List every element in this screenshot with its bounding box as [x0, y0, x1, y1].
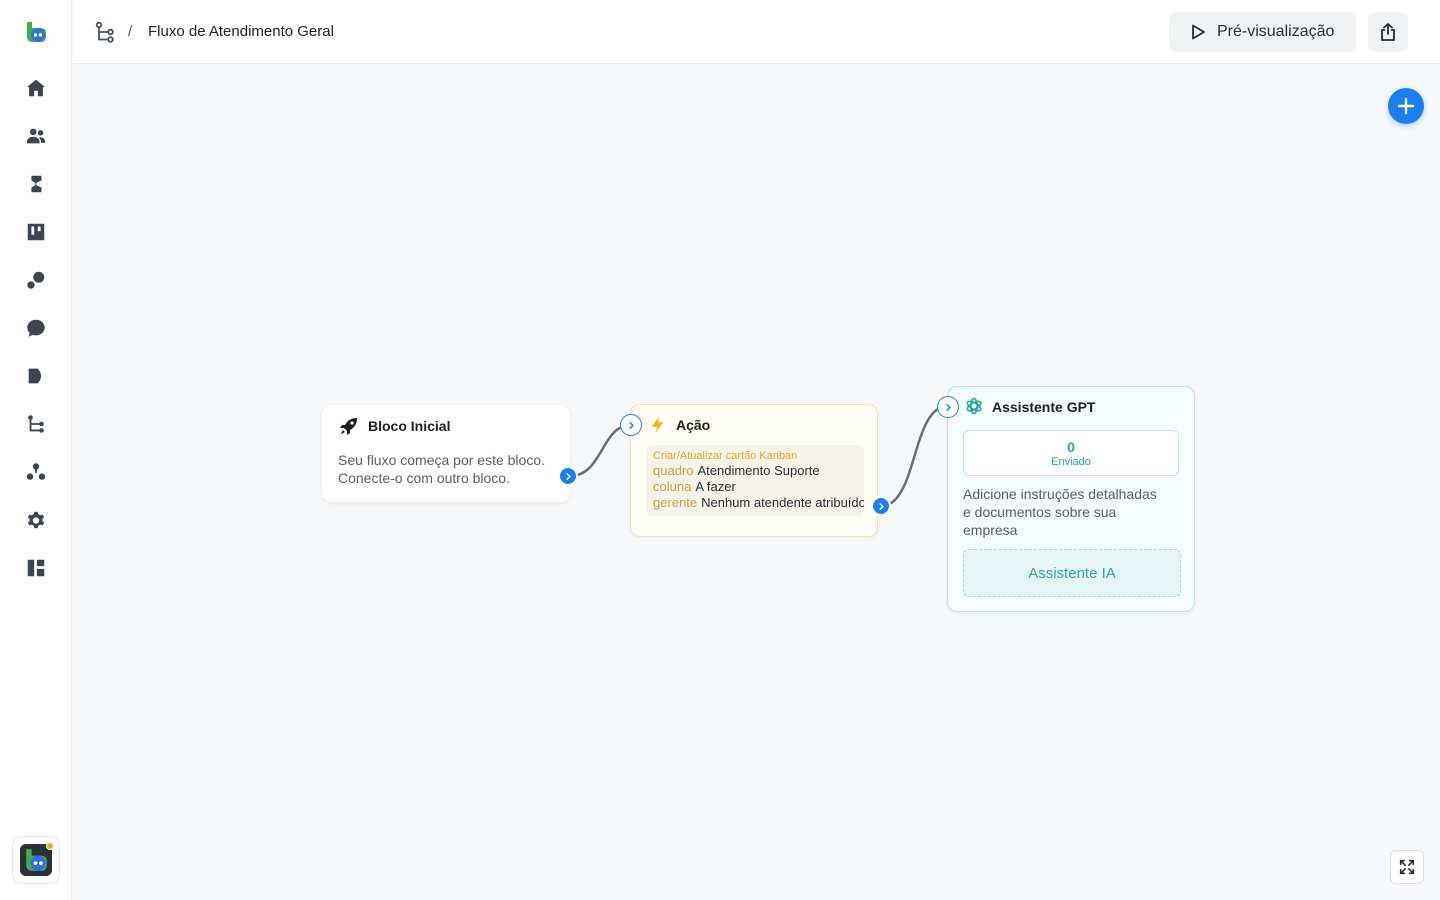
edge-start-to-action	[569, 423, 632, 478]
node-gpt-title: Assistente GPT	[992, 399, 1096, 415]
node-gpt-assistant[interactable]: Assistente GPT 0 Enviado Adicione instru…	[937, 386, 1195, 612]
action-row-key: coluna	[653, 479, 692, 494]
chevron-right-icon	[945, 403, 951, 411]
action-row-key: gerente	[653, 495, 698, 510]
sent-label: Enviado	[1051, 456, 1091, 468]
share-button[interactable]	[1368, 12, 1408, 52]
integrations-icon[interactable]	[24, 268, 48, 292]
action-row-key: quadro	[653, 463, 694, 478]
dashboard-icon[interactable]	[24, 556, 48, 580]
app-logo[interactable]	[24, 20, 48, 44]
breadcrumb-separator: /	[128, 23, 133, 40]
play-outline-icon	[1192, 24, 1205, 40]
node-start-desc-line: Conecte-o com outro bloco.	[338, 470, 510, 486]
plus-icon	[1397, 97, 1415, 115]
input-port[interactable]	[937, 396, 959, 418]
preview-button-label: Pré-visualização	[1217, 23, 1335, 40]
output-port[interactable]	[871, 496, 891, 516]
node-start-desc-line: Seu fluxo começa por este bloco.	[338, 452, 546, 468]
campaigns-icon[interactable]	[24, 172, 48, 196]
action-type-label: Criar/Atualizar cartão Kanban	[653, 450, 798, 462]
fullscreen-button[interactable]	[1390, 850, 1424, 884]
sent-count: 0	[1067, 439, 1075, 455]
action-row: gerente Nenhum atendente atribuído	[653, 495, 864, 511]
ai-assistant-button[interactable]: Assistente IA	[963, 549, 1181, 597]
node-gpt-description: Adicione instruções detalhadas e documen…	[963, 485, 1183, 539]
node-gpt-desc-line: e documentos sobre sua	[963, 504, 1117, 520]
lightning-icon	[649, 415, 669, 435]
node-start[interactable]: Bloco Inicial Seu fluxo começa por este …	[322, 405, 578, 502]
chevron-right-icon	[565, 472, 571, 480]
notification-dot	[46, 842, 54, 850]
action-row-value: A fazer	[695, 479, 736, 494]
node-start-title: Bloco Inicial	[368, 418, 451, 434]
chevron-right-icon	[878, 502, 884, 510]
bot-avatar[interactable]	[12, 836, 60, 884]
kanban-icon[interactable]	[24, 220, 48, 244]
page-title: Fluxo de Atendimento Geral	[148, 23, 334, 40]
node-action-title: Ação	[676, 417, 711, 433]
rocket-icon	[339, 416, 359, 436]
output-port[interactable]	[558, 466, 578, 486]
flow-canvas[interactable]: Bloco Inicial Seu fluxo começa por este …	[73, 64, 1440, 900]
preview-button[interactable]: Pré-visualização	[1169, 12, 1356, 52]
node-action[interactable]: Ação Criar/Atualizar cartão Kanban quadr…	[620, 404, 891, 537]
sent-stat: 0 Enviado	[963, 430, 1179, 476]
top-bar: / Fluxo de Atendimento Geral Pré-visuali…	[73, 0, 1440, 64]
fullscreen-icon	[1399, 859, 1415, 875]
chat-icon[interactable]	[24, 316, 48, 340]
chevron-right-icon	[628, 421, 634, 429]
action-details: Criar/Atualizar cartão Kanban quadro Aten…	[646, 445, 864, 516]
openai-icon	[964, 396, 984, 416]
share-icon	[1381, 23, 1395, 41]
play-icon[interactable]	[24, 364, 48, 388]
flows-icon[interactable]	[24, 412, 48, 436]
flow-icon[interactable]	[95, 21, 115, 43]
action-row-value: Atendimento Suporte	[697, 463, 820, 478]
action-row: quadro Atendimento Suporte	[653, 463, 857, 479]
node-start-description: Seu fluxo começa por este bloco. Conecte…	[338, 451, 558, 487]
action-row: coluna A fazer	[653, 479, 857, 495]
add-block-button[interactable]	[1388, 88, 1424, 124]
settings-icon[interactable]	[24, 508, 48, 532]
node-gpt-desc-line: empresa	[963, 522, 1018, 538]
contacts-icon[interactable]	[24, 124, 48, 148]
home-icon[interactable]	[24, 76, 48, 100]
edge-action-to-gpt	[880, 404, 949, 508]
input-port[interactable]	[620, 414, 642, 436]
sidebar	[0, 0, 72, 900]
node-gpt-desc-line: Adicione instruções detalhadas	[963, 486, 1157, 502]
team-icon[interactable]	[24, 460, 48, 484]
action-row-value: Nenhum atendente atribuído	[701, 495, 864, 510]
